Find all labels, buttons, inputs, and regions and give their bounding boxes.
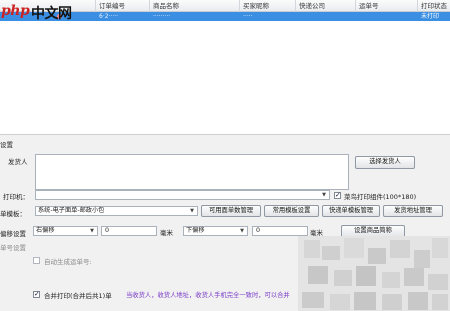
logo-cn-text: 中文网 xyxy=(31,6,72,22)
common-template-button[interactable]: 常用模板设置 xyxy=(264,205,319,217)
col-courier[interactable]: 快递公司 xyxy=(296,0,356,12)
chevron-down-icon: ▼ xyxy=(190,208,194,214)
horizontal-offset-value: 0 xyxy=(105,227,110,234)
col-product[interactable]: 商品名称 xyxy=(150,0,240,12)
cell-print-status: 未打印 xyxy=(421,13,440,20)
auto-waybill-checkbox[interactable] xyxy=(33,257,40,264)
horizontal-unit: 毫米 xyxy=(160,229,173,237)
merge-print-label: 合并打印(合并后共1)单 xyxy=(44,292,112,300)
template-value: 系统-电子面单-邮政小包 xyxy=(38,207,105,214)
col-print-status[interactable]: 打印状态 xyxy=(418,0,450,12)
address-manage-button[interactable]: 发货地址管理 xyxy=(383,205,443,217)
vertical-direction-value: 下偏移 xyxy=(186,227,205,234)
site-logo: php 中文网 xyxy=(0,0,86,24)
chevron-down-icon: ▼ xyxy=(90,228,94,234)
logo-php-text: php xyxy=(1,3,30,19)
offset-label: 偏移设置 xyxy=(0,230,26,238)
printer-label: 打印机： xyxy=(3,193,29,201)
horizontal-direction-select[interactable]: 右偏移 ▼ xyxy=(33,226,98,236)
section-title: 设置 xyxy=(0,141,13,149)
order-no-section-label: 单号设置 xyxy=(0,244,26,252)
printer-select[interactable]: ▼ xyxy=(35,190,330,200)
sender-textarea[interactable] xyxy=(35,154,349,190)
cell-courier xyxy=(296,12,356,21)
horizontal-direction-value: 右偏移 xyxy=(36,227,55,234)
chevron-down-icon: ▼ xyxy=(322,192,326,198)
chevron-down-icon: ▼ xyxy=(240,228,244,234)
col-order-no[interactable]: 订单编号 xyxy=(96,0,150,12)
cell-product: ········· xyxy=(153,13,171,20)
obscured-region xyxy=(298,236,450,311)
col-waybill[interactable]: 运单号 xyxy=(356,0,418,12)
horizontal-offset-input[interactable]: 0 xyxy=(101,226,157,236)
auto-waybill-label: 自动生成运单号: xyxy=(44,258,92,266)
vertical-direction-select[interactable]: 下偏移 ▼ xyxy=(183,226,248,236)
choose-sender-button[interactable]: 选择发货人 xyxy=(355,156,415,169)
merge-print-checkbox[interactable] xyxy=(33,290,40,298)
vertical-offset-value: 0 xyxy=(256,227,261,234)
cell-order-no: 6·2····· xyxy=(99,13,119,20)
express-template-button[interactable]: 快递单模板管理 xyxy=(322,205,380,217)
sender-label: 发货人 xyxy=(8,158,28,166)
waybill-count-button[interactable]: 可用面单数管理 xyxy=(201,205,261,217)
cainiao-checkbox[interactable] xyxy=(334,191,341,199)
template-select[interactable]: 系统-电子面单-邮政小包 ▼ xyxy=(35,206,198,216)
cell-buyer: ····· xyxy=(243,13,253,20)
cainiao-label: 菜鸟打印组件(100*180) xyxy=(344,193,417,201)
vertical-offset-input[interactable]: 0 xyxy=(252,226,308,236)
merge-note: 当收货人，收货人地址，收货人手机完全一致时，可以合并 xyxy=(126,292,290,299)
cell-waybill xyxy=(356,12,418,21)
col-buyer[interactable]: 买家昵称 xyxy=(240,0,296,12)
template-label: 单模板： xyxy=(0,210,26,218)
